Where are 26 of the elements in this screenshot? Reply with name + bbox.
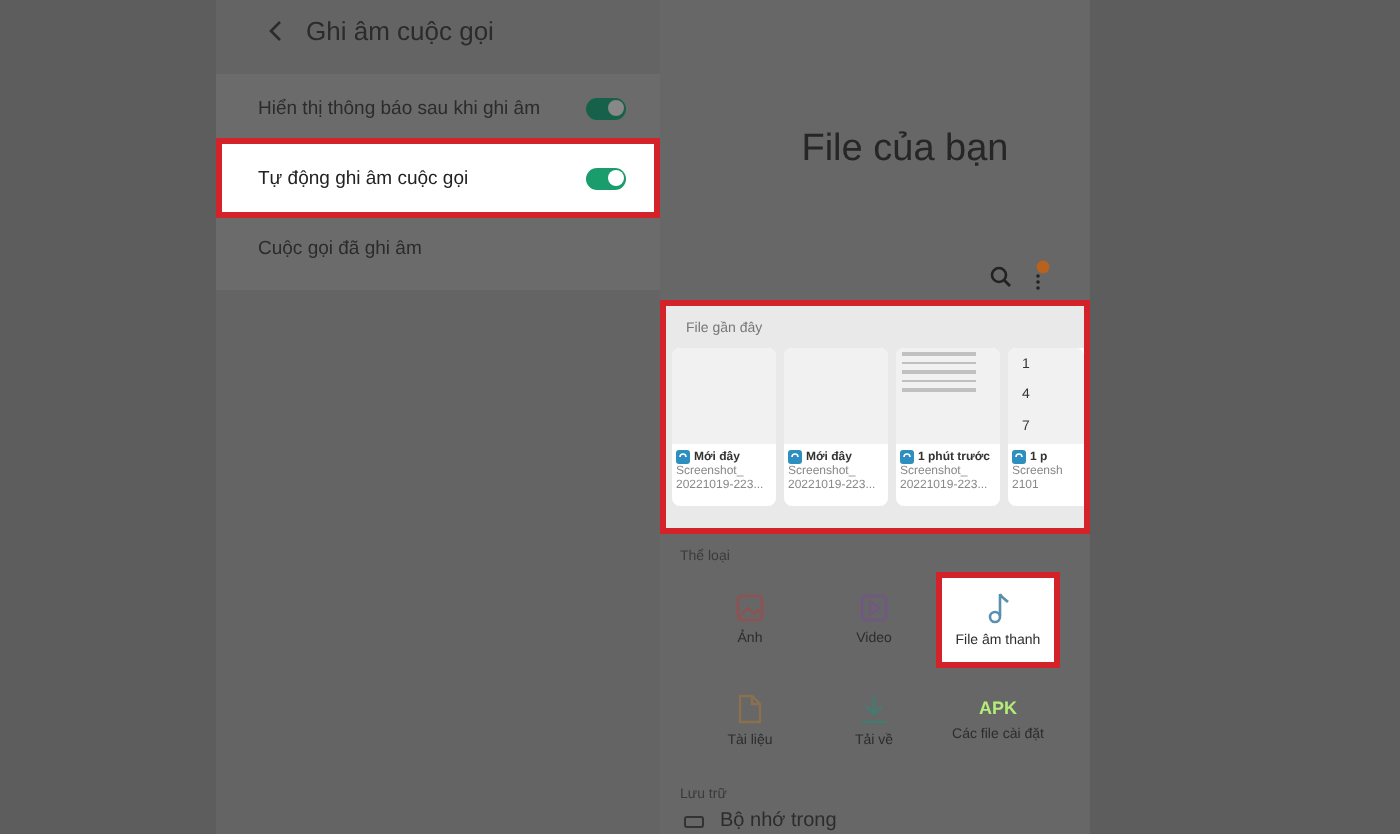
toggle-switch[interactable] (586, 97, 626, 119)
highlighted-setting-row[interactable]: Tự động ghi âm cuộc gọi (216, 138, 660, 218)
list-screenshot-thumbnail (896, 348, 1000, 444)
apk-label: APK (978, 698, 1017, 718)
search-icon[interactable] (990, 265, 1012, 287)
screen-title: Ghi âm cuộc gọi (306, 16, 494, 46)
storage-item[interactable]: Bộ nhớ trong (720, 810, 837, 832)
file-type-icon (788, 450, 802, 464)
file-type-icon (676, 450, 690, 464)
music-note-icon (986, 592, 1010, 624)
back-icon[interactable] (268, 20, 282, 42)
storage-icon (684, 815, 704, 827)
video-icon (860, 594, 888, 622)
setting-label: Cuộc gọi đã ghi âm (258, 237, 422, 259)
file-type-icon (1012, 450, 1026, 464)
document-icon (738, 693, 762, 723)
toggle-switch[interactable] (586, 167, 626, 189)
image-icon (736, 594, 764, 622)
setting-row[interactable]: Cuộc gọi đã ghi âm (216, 218, 660, 278)
download-icon (860, 693, 888, 723)
page-title: File của bạn (799, 128, 1011, 172)
setting-label: Tự động ghi âm cuộc gọi (258, 167, 469, 189)
more-menu-icon[interactable] (1032, 260, 1050, 292)
file-type-icon (900, 450, 914, 464)
setting-label: Hiển thị thông báo sau khi ghi âm (258, 97, 541, 119)
setting-row[interactable]: Hiển thị thông báo sau khi ghi âm (216, 78, 660, 138)
